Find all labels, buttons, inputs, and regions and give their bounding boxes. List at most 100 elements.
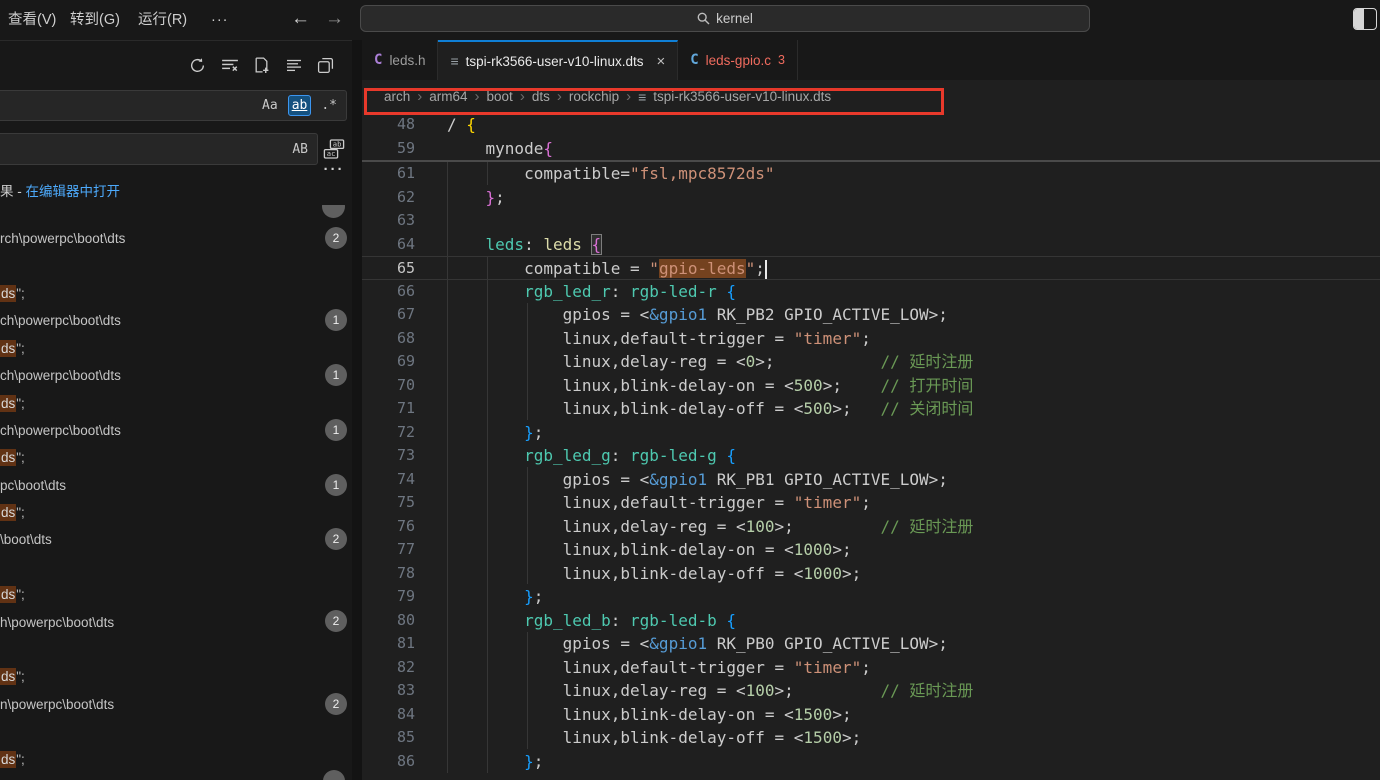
code-line-66[interactable]: 66 rgb_led_r: rgb-led-r { — [362, 280, 1380, 304]
line-number: 79 — [362, 585, 415, 609]
code-line-76[interactable]: 76 linux,delay-reg = <100>; // 延时注册 — [362, 515, 1380, 539]
view-as-tree-icon[interactable] — [316, 56, 335, 75]
search-result-empty-row[interactable] — [0, 636, 352, 663]
tab-tspi-dts[interactable]: ≡ tspi-rk3566-user-v10-linux.dts × — [438, 40, 678, 80]
code-line-74[interactable]: 74 gpios = <&gpio1 RK_PB1 GPIO_ACTIVE_LO… — [362, 468, 1380, 492]
clear-search-results-icon[interactable] — [220, 56, 239, 75]
code-line-82[interactable]: 82 linux,default-trigger = "timer"; — [362, 656, 1380, 680]
search-input[interactable]: Aa ab .* — [0, 90, 347, 121]
preserve-case-icon[interactable]: AB — [289, 140, 311, 159]
code-line-72[interactable]: 72 }; — [362, 421, 1380, 445]
code-line-70[interactable]: 70 linux,blink-delay-on = <500>; // 打开时间 — [362, 374, 1380, 398]
refresh-icon[interactable] — [188, 56, 207, 75]
menu-more-icon[interactable]: ··· — [203, 0, 237, 40]
line-number: 74 — [362, 468, 415, 492]
line-number: 72 — [362, 421, 415, 445]
open-in-editor-link[interactable]: 在编辑器中打开 — [26, 184, 121, 199]
line-number: 68 — [362, 327, 415, 351]
command-center-text: kernel — [716, 11, 753, 26]
forward-arrow-icon[interactable]: → — [325, 0, 344, 40]
search-result-file-row[interactable]: ch\powerpc\boot\dts1 — [0, 417, 352, 444]
code-line-63[interactable]: 63 — [362, 209, 1380, 233]
code-line-48[interactable]: 48/ { — [362, 113, 1380, 137]
regex-icon[interactable]: .* — [318, 96, 340, 115]
code-line-86[interactable]: 86 }; — [362, 750, 1380, 774]
code-editor[interactable]: 48/ {59 mynode{61 compatible="fsl,mpc857… — [362, 113, 1380, 780]
tab-leds-gpio-c[interactable]: C leds-gpio.c 3 — [678, 40, 798, 80]
search-result-match-row[interactable]: ds"; — [0, 280, 352, 307]
search-result-file-row[interactable]: n\powerpc\boot\dts2 — [0, 691, 352, 718]
code-line-62[interactable]: 62 }; — [362, 186, 1380, 210]
code-line-84[interactable]: 84 linux,blink-delay-on = <1500>; — [362, 703, 1380, 727]
search-result-match-row[interactable]: ds"; — [0, 444, 352, 471]
code-line-61[interactable]: 61 compatible="fsl,mpc8572ds" — [362, 162, 1380, 186]
tab-bar: C leds.h ≡ tspi-rk3566-user-v10-linux.dt… — [362, 40, 1380, 80]
search-result-empty-row[interactable] — [0, 718, 352, 745]
match-case-icon[interactable]: Aa — [259, 96, 281, 115]
code-line-64[interactable]: 64 leds: leds { — [362, 233, 1380, 257]
match-count-badge: 1 — [325, 419, 347, 441]
annotation-box — [364, 88, 944, 115]
back-arrow-icon[interactable]: ← — [291, 0, 310, 40]
replace-input[interactable]: AB — [0, 133, 318, 165]
line-number: 59 — [362, 137, 415, 161]
search-result-match-row[interactable]: ds"; — [0, 499, 352, 526]
search-result-file-row[interactable]: h\powerpc\boot\dts2 — [0, 608, 352, 635]
code-line-68[interactable]: 68 linux,default-trigger = "timer"; — [362, 327, 1380, 351]
line-number: 48 — [362, 113, 415, 137]
collapse-all-icon[interactable] — [284, 56, 303, 75]
code-line-75[interactable]: 75 linux,default-trigger = "timer"; — [362, 491, 1380, 515]
code-line-67[interactable]: 67 gpios = <&gpio1 RK_PB2 GPIO_ACTIVE_LO… — [362, 303, 1380, 327]
sidebar-editor-divider — [352, 40, 362, 780]
search-result-file-row[interactable]: ch\powerpc\boot\dts1 — [0, 307, 352, 334]
toggle-search-details-icon[interactable]: ··· — [320, 159, 348, 181]
line-number: 84 — [362, 703, 415, 727]
search-result-match-row[interactable]: ds"; — [0, 581, 352, 608]
search-result-file-row[interactable]: rch\powerpc\boot\dts2 — [0, 225, 352, 252]
open-new-search-editor-icon[interactable] — [252, 56, 271, 75]
search-result-empty-row[interactable] — [0, 252, 352, 279]
search-result-match-row[interactable]: ds"; — [0, 745, 352, 772]
code-line-59[interactable]: 59 mynode{ — [362, 137, 1380, 161]
search-result-file-row[interactable]: \boot\dts2 — [0, 526, 352, 553]
search-result-match-row[interactable]: ds"; — [0, 663, 352, 690]
search-result-match-row[interactable]: ds"; — [0, 335, 352, 362]
code-line-69[interactable]: 69 linux,delay-reg = <0>; // 延时注册 — [362, 350, 1380, 374]
code-line-71[interactable]: 71 linux,blink-delay-off = <500>; // 关闭时… — [362, 397, 1380, 421]
line-number: 75 — [362, 491, 415, 515]
match-count-badge: 1 — [325, 364, 347, 386]
menu-view[interactable]: 查看(V) — [0, 0, 64, 40]
menu-goto[interactable]: 转到(G) — [62, 0, 128, 40]
code-line-78[interactable]: 78 linux,blink-delay-off = <1000>; — [362, 562, 1380, 586]
code-line-79[interactable]: 79 }; — [362, 585, 1380, 609]
line-number: 82 — [362, 656, 415, 680]
close-icon[interactable]: × — [656, 53, 665, 70]
tab-leds-h[interactable]: C leds.h — [362, 40, 438, 80]
code-line-65[interactable]: 65 compatible = "gpio-leds"; — [362, 256, 1380, 280]
line-number: 78 — [362, 562, 415, 586]
menu-run[interactable]: 运行(R) — [130, 0, 195, 40]
whole-word-icon[interactable]: ab — [288, 95, 312, 116]
search-summary: 果 - 在编辑器中打开 — [0, 181, 120, 203]
code-line-85[interactable]: 85 linux,blink-delay-off = <1500>; — [362, 726, 1380, 750]
code-line-83[interactable]: 83 linux,delay-reg = <100>; // 延时注册 — [362, 679, 1380, 703]
search-result-match-row[interactable]: ds"; — [0, 389, 352, 416]
line-number: 83 — [362, 679, 415, 703]
code-line-77[interactable]: 77 linux,blink-delay-on = <1000>; — [362, 538, 1380, 562]
title-bar: 查看(V) 转到(G) 运行(R) ··· ← → kernel — [0, 0, 1380, 40]
replace-all-icon[interactable]: ab ac — [322, 137, 346, 161]
code-line-80[interactable]: 80 rgb_led_b: rgb-led-b { — [362, 609, 1380, 633]
code-line-73[interactable]: 73 rgb_led_g: rgb-led-g { — [362, 444, 1380, 468]
match-count-badge: 2 — [325, 693, 347, 715]
editor-group: C leds.h ≡ tspi-rk3566-user-v10-linux.dt… — [362, 40, 1380, 780]
match-count-badge: 2 — [325, 610, 347, 632]
search-result-empty-row[interactable] — [0, 554, 352, 581]
line-number: 73 — [362, 444, 415, 468]
line-number: 70 — [362, 374, 415, 398]
layout-toggle-icon[interactable] — [1353, 8, 1377, 30]
code-line-81[interactable]: 81 gpios = <&gpio1 RK_PB0 GPIO_ACTIVE_LO… — [362, 632, 1380, 656]
line-number: 63 — [362, 209, 415, 233]
command-center-search[interactable]: kernel — [360, 5, 1090, 32]
search-result-file-row[interactable]: ch\powerpc\boot\dts1 — [0, 362, 352, 389]
search-result-file-row[interactable]: pc\boot\dts1 — [0, 472, 352, 499]
